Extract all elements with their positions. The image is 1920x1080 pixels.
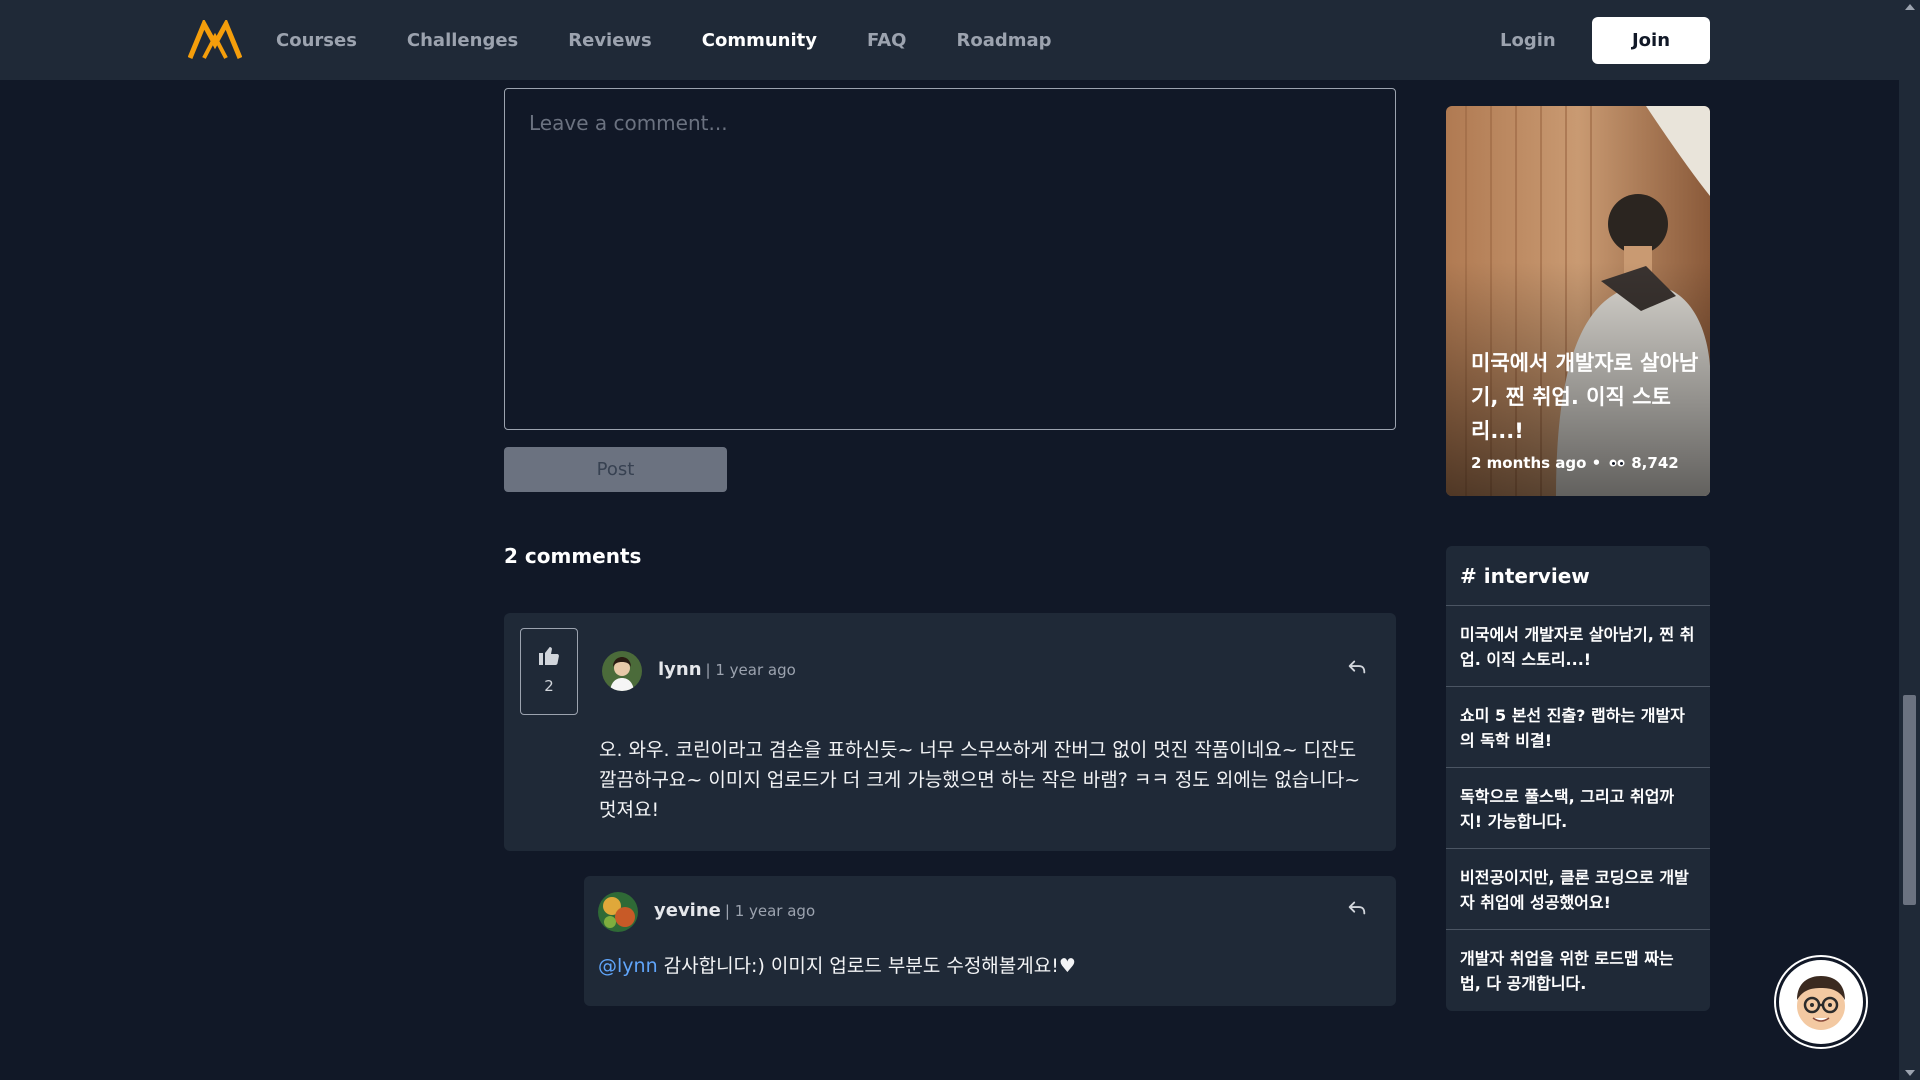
- tag-list-item[interactable]: 미국에서 개발자로 살아남기, 찐 취업. 이직 스토리...!: [1446, 606, 1710, 687]
- nav-reviews[interactable]: Reviews: [568, 30, 652, 51]
- reply-icon[interactable]: [1346, 656, 1368, 678]
- page-scrollbar[interactable]: [1899, 0, 1920, 1080]
- nav-faq[interactable]: FAQ: [867, 30, 906, 51]
- nav-roadmap[interactable]: Roadmap: [956, 30, 1051, 51]
- reply-author-line: yevine | 1 year ago: [654, 900, 815, 921]
- comment-input[interactable]: [504, 88, 1396, 430]
- like-count: 2: [544, 677, 554, 695]
- avatar: [598, 892, 638, 932]
- featured-post-card[interactable]: 미국에서 개발자로 살아남기, 찐 취업. 이직 스토리...! 2 month…: [1446, 106, 1710, 496]
- post-button[interactable]: Post: [504, 447, 727, 492]
- nav-links: Courses Challenges Reviews Community FAQ…: [276, 0, 1102, 80]
- chat-avatar-face: [1797, 976, 1845, 1030]
- comments-count: 2 comments: [504, 544, 642, 568]
- eye-icon: [1609, 459, 1625, 467]
- avatar: [602, 651, 642, 691]
- top-navbar: Courses Challenges Reviews Community FAQ…: [0, 0, 1899, 80]
- comment-author[interactable]: lynn: [658, 659, 702, 680]
- tag-panel: # interview 미국에서 개발자로 살아남기, 찐 취업. 이직 스토리…: [1446, 546, 1710, 1011]
- like-button[interactable]: 2: [520, 628, 578, 715]
- reply-icon[interactable]: [1346, 897, 1368, 919]
- reply-time: | 1 year ago: [724, 902, 816, 920]
- tag-list-item[interactable]: 비전공이지만, 클론 코딩으로 개발자 취업에 성공했어요!: [1446, 849, 1710, 930]
- comment-body: 오. 와우. 코린이라고 겸손을 표하신듯~ 너무 스무쓰하게 잔버그 없이 멋…: [599, 739, 1361, 821]
- tag-list-item[interactable]: 개발자 취업을 위한 로드맵 짜는 법, 다 공개합니다.: [1446, 930, 1710, 1011]
- scroll-up-arrow-icon[interactable]: [1905, 4, 1915, 10]
- chat-avatar-icon[interactable]: [1776, 957, 1866, 1047]
- tag-header[interactable]: # interview: [1446, 546, 1710, 606]
- comment-card: 2 lynn | 1 year ago 오. 와우. 코린이라고 겸손을 표하신…: [504, 613, 1396, 851]
- comment-time: | 1 year ago: [705, 661, 796, 679]
- reply-text: 감사합니다:) 이미지 업로드 부분도 수정해볼게요!♥: [657, 955, 1076, 977]
- nav-courses[interactable]: Courses: [276, 30, 357, 51]
- scroll-thumb[interactable]: [1903, 695, 1916, 905]
- reply-author[interactable]: yevine: [654, 900, 721, 921]
- scroll-down-arrow-icon[interactable]: [1905, 1070, 1915, 1076]
- featured-post-title: 미국에서 개발자로 살아남기, 찐 취업. 이직 스토리...!: [1471, 351, 1699, 443]
- join-button[interactable]: Join: [1592, 17, 1710, 64]
- nav-challenges[interactable]: Challenges: [407, 30, 518, 51]
- featured-post-views: 8,742: [1631, 454, 1679, 472]
- login-link[interactable]: Login: [1500, 30, 1556, 51]
- mention-link[interactable]: @lynn: [598, 955, 658, 977]
- featured-post-time: 2 months ago •: [1471, 454, 1602, 472]
- thumbs-up-icon: [539, 647, 559, 665]
- reply-card: yevine | 1 year ago @lynn 감사합니다:) 이미지 업로…: [584, 876, 1396, 1006]
- logo-icon[interactable]: [188, 20, 242, 60]
- reply-body: @lynn 감사합니다:) 이미지 업로드 부분도 수정해볼게요!♥: [598, 951, 1076, 978]
- comment-author-line: lynn | 1 year ago: [658, 659, 796, 680]
- tag-list-item[interactable]: 독학으로 풀스택, 그리고 취업까지! 가능합니다.: [1446, 768, 1710, 849]
- nav-community[interactable]: Community: [702, 30, 817, 51]
- tag-list-item[interactable]: 쇼미 5 본선 진출? 랩하는 개발자의 독학 비결!: [1446, 687, 1710, 768]
- featured-post-meta: 2 months ago • 8,742: [1471, 454, 1679, 472]
